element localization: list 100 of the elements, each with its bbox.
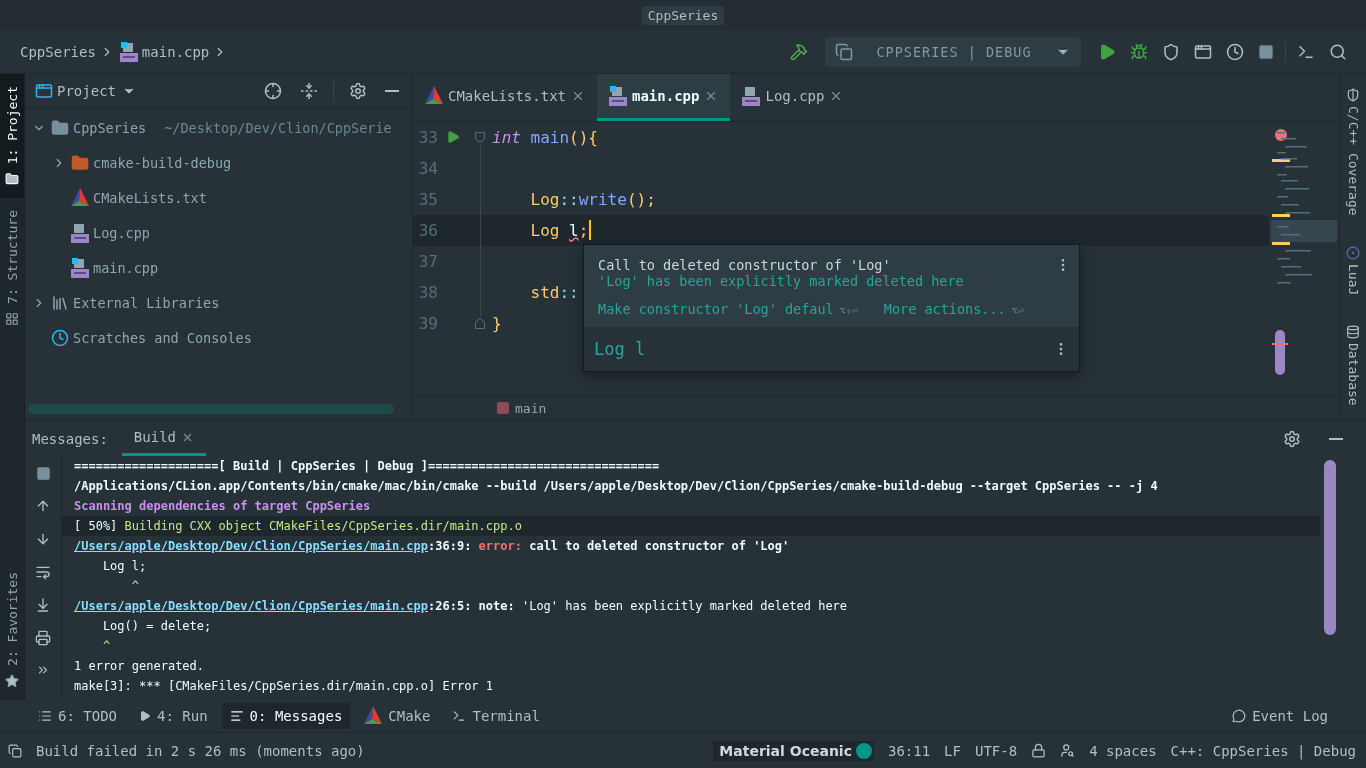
window-title: CppSeries <box>641 5 725 25</box>
line-number: 34 <box>417 158 438 178</box>
quick-fix-link[interactable]: More actions... ⌥⏎ <box>883 301 1024 317</box>
status-item[interactable]: UTF-8 <box>974 742 1018 759</box>
cmake-icon <box>364 706 383 726</box>
output-text: Log l; <box>101 559 147 573</box>
tool-window-button[interactable]: 0: Messages <box>221 703 351 729</box>
list-icon <box>38 709 52 723</box>
tool-window-button[interactable]: Terminal <box>444 703 548 729</box>
stop-icon <box>35 466 51 481</box>
event-log-button[interactable]: Event Log <box>1224 703 1336 729</box>
editor-tab[interactable]: Log.cpp <box>730 74 856 121</box>
code-line: Log l; <box>529 220 589 240</box>
error-message: Call to deleted constructor of 'Log' <box>598 257 892 273</box>
status-item[interactable]: 36:11 <box>887 742 931 759</box>
quick-fix-link[interactable]: Make constructor 'Log' defaul ⌥⇧⏎ <box>598 301 858 317</box>
output-text: ^ <box>130 579 140 593</box>
scroll-end-icon <box>35 597 51 613</box>
moon-icon <box>1346 245 1360 260</box>
speech-bubble-icon <box>1232 709 1247 723</box>
tool-window-tab[interactable]: 2: Favorites <box>0 560 24 700</box>
tool-window-tab[interactable]: C/C++ Coverage <box>1345 88 1361 216</box>
terminal-icon <box>452 709 467 723</box>
tool-window-tab[interactable]: 7: Structure <box>0 198 24 339</box>
tree-item[interactable]: CMakeLists.txt <box>93 189 207 206</box>
theme-indicator[interactable]: Material Oceanic <box>713 740 874 761</box>
file-link[interactable]: /Users/apple/Desktop/Dev/Clion/CppSeries/main.cpp <box>74 599 428 613</box>
declaration-text: Log l <box>594 339 646 359</box>
shield-icon <box>1162 42 1180 61</box>
folder-icon <box>5 172 19 187</box>
tool-window-button[interactable]: CMake <box>356 701 439 731</box>
output-text: 'Log' has been explicitly marked deleted here <box>520 599 848 613</box>
status-item[interactable]: LF <box>944 742 961 759</box>
breadcrumb-item[interactable]: main.cpp <box>141 43 210 60</box>
stop-icon <box>1258 43 1274 60</box>
run-configuration-dropdown[interactable]: CPPSERIES | DEBUG <box>825 36 1081 67</box>
line-number: 36 <box>417 220 438 240</box>
output-text: ====================[ Build | CppSeries | Debug ]================================ <box>74 459 660 473</box>
run-gutter-icon[interactable] <box>446 130 460 145</box>
hammer-icon <box>790 42 808 61</box>
file-link[interactable]: /Users/apple/Desktop/Dev/Clion/CppSeries/main.cpp <box>74 539 428 553</box>
settings-icon <box>349 82 367 100</box>
output-text: [ 50%] <box>74 519 119 533</box>
tool-window-button[interactable]: 4: Run <box>131 703 216 729</box>
code-line: } <box>492 313 502 333</box>
code-line: int main(){ <box>492 127 598 147</box>
tree-item[interactable]: main.cpp <box>93 259 159 276</box>
scratch-icon <box>51 328 69 347</box>
editor-tab[interactable]: main.cpp <box>597 74 731 121</box>
panel-tab[interactable]: Build <box>121 421 206 456</box>
project-view-dropdown[interactable]: Project <box>57 83 136 99</box>
fold-marker-icon[interactable] <box>475 317 485 329</box>
library-icon <box>51 293 69 312</box>
inspector-icon[interactable] <box>1060 743 1076 758</box>
status-item[interactable]: 4 spaces <box>1089 742 1157 759</box>
tool-window-tab[interactable]: 1: Project <box>0 74 24 199</box>
error-detail: 'Log' has been explicitly marked deleted here <box>598 273 965 289</box>
output-text: ^ <box>101 639 111 653</box>
code-line: std:: <box>529 282 579 302</box>
cpp-file-icon <box>71 257 89 278</box>
tree-item[interactable]: CppSeries <box>73 119 147 136</box>
lock-icon[interactable] <box>1031 743 1047 758</box>
text-cursor <box>589 220 592 241</box>
crosshair-icon <box>264 82 282 100</box>
panel-toggle-icon[interactable] <box>8 743 22 758</box>
output-text: :26:5: <box>428 599 473 613</box>
output-text: error: <box>478 539 522 553</box>
breadcrumb-item[interactable]: main <box>515 400 547 416</box>
tool-window-tab[interactable]: LuaJ <box>1345 245 1361 295</box>
editor-tab[interactable]: CMakeLists.txt <box>413 74 597 121</box>
shield-icon <box>1346 88 1360 102</box>
cmake-icon <box>71 187 89 208</box>
clock-icon <box>1226 42 1244 61</box>
line-number: 39 <box>417 313 438 333</box>
output-text: make[3]: *** [CMakeFiles/CppSeries.dir/main.cpp.o] Error 1 <box>74 679 494 693</box>
folder-icon <box>71 153 89 172</box>
bug-icon <box>1130 42 1148 61</box>
output-text: 1 error generated. <box>74 659 205 673</box>
star-icon <box>5 674 19 688</box>
line-number: 38 <box>417 282 438 302</box>
tool-window-tab[interactable]: Database <box>1345 324 1361 406</box>
cpp-file-icon <box>742 85 761 106</box>
cpp-file-icon <box>71 222 89 243</box>
tree-item[interactable]: Log.cpp <box>93 224 150 241</box>
project-path: ~/Desktop/Dev/Clion/CppSerie <box>164 119 392 136</box>
play-icon <box>139 710 151 722</box>
tree-item[interactable]: cmake-build-debug <box>93 154 232 171</box>
fold-marker-icon[interactable] <box>475 131 485 143</box>
structure-icon <box>5 312 19 327</box>
output-text: Log() = delete; <box>101 619 212 633</box>
tool-window-button[interactable]: 6: TODO <box>30 703 125 729</box>
breadcrumb-item[interactable]: CppSeries <box>20 43 96 60</box>
status-item[interactable]: C++: CppSeries | Debug <box>1170 742 1356 759</box>
window-icon <box>1194 42 1212 61</box>
cpp-file-icon <box>119 41 138 62</box>
tree-item[interactable]: External Libraries <box>73 294 220 311</box>
cmake-icon <box>425 85 443 106</box>
line-number: 37 <box>417 251 438 271</box>
output-text: Building CXX object CMakeFiles/CppSeries.dir/main.cpp.o <box>124 519 522 533</box>
tree-item[interactable]: Scratches and Consoles <box>73 329 252 346</box>
